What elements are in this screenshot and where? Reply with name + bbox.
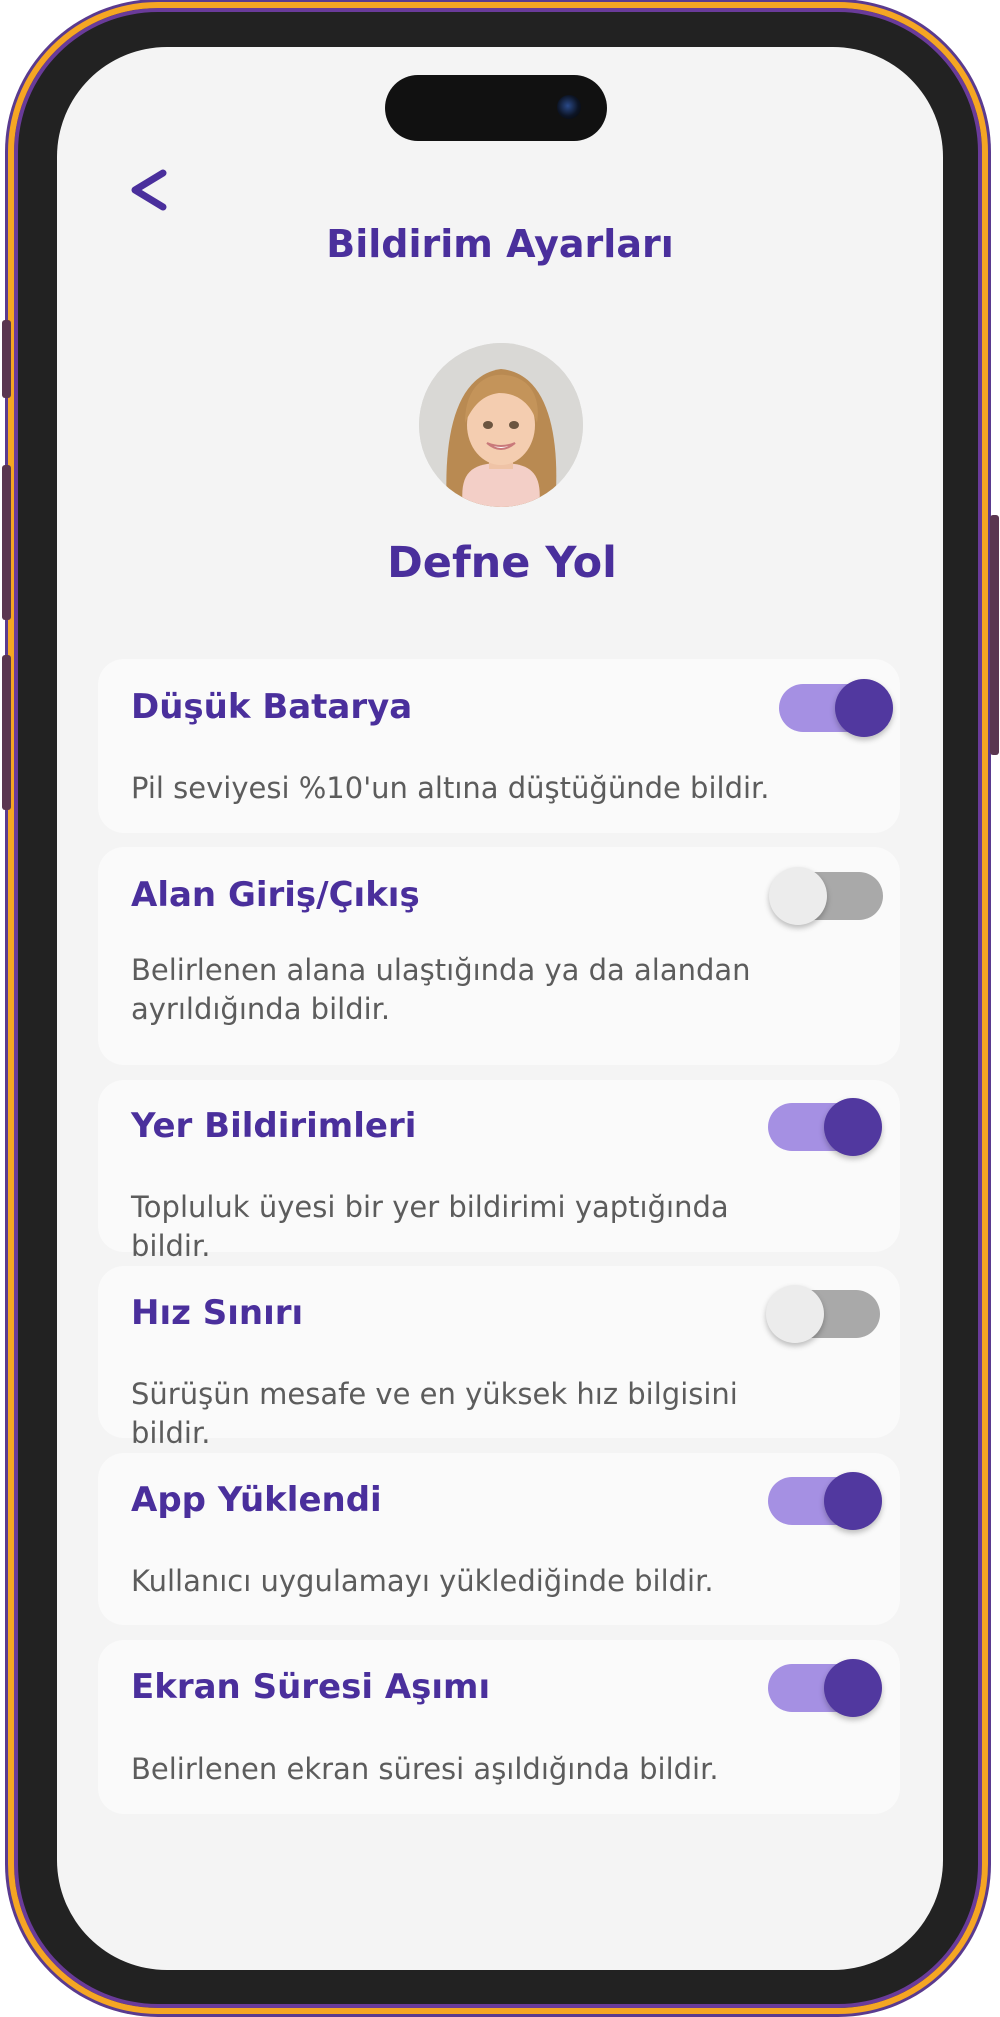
setting-description: Kullanıcı uygulamayı yüklediğinde bildir…	[131, 1564, 714, 1598]
setting-title: Düşük Batarya	[131, 687, 413, 727]
setting-title: App Yüklendi	[131, 1480, 382, 1520]
setting-title: Alan Giriş/Çıkış	[131, 875, 420, 915]
user-name: Defne Yol	[387, 538, 617, 588]
toggle-knob	[769, 867, 827, 925]
setting-card-place-notifications: Yer Bildirimleri Topluluk üyesi bir yer …	[98, 1080, 900, 1263]
toggle-knob	[766, 1285, 824, 1343]
toggle-knob	[824, 1659, 882, 1717]
setting-card-app-installed: App Yüklendi Kullanıcı uygulamayı yükled…	[98, 1453, 900, 1625]
setting-card-screen-time-exceeded: Ekran Süresi Aşımı Belirlenen ekran süre…	[98, 1640, 900, 1814]
setting-description: Belirlenen alana ulaştığında ya da aland…	[131, 953, 751, 1026]
chevron-left-icon	[131, 169, 167, 211]
toggle-knob	[835, 679, 893, 737]
speed-limit-toggle[interactable]	[766, 1285, 880, 1343]
screen-time-exceeded-toggle[interactable]	[768, 1659, 882, 1717]
setting-title: Ekran Süresi Aşımı	[131, 1667, 491, 1707]
setting-description: Belirlenen ekran süresi aşıldığında bild…	[131, 1752, 719, 1786]
setting-description: Sürüşün mesafe ve en yüksek hız bilgisin…	[131, 1377, 738, 1450]
side-button-left-3	[2, 655, 11, 810]
setting-card-low-battery: Düşük Batarya Pil seviyesi %10'un altına…	[98, 659, 900, 833]
app-installed-toggle[interactable]	[768, 1472, 882, 1530]
toggle-knob	[824, 1472, 882, 1530]
back-button[interactable]	[125, 165, 175, 215]
setting-card-speed-limit: Hız Sınırı Sürüşün mesafe ve en yüksek h…	[98, 1266, 900, 1450]
avatar[interactable]	[419, 343, 583, 507]
camera-icon	[557, 95, 581, 119]
setting-title: Hız Sınırı	[131, 1293, 304, 1333]
toggle-knob	[824, 1098, 882, 1156]
side-button-left-1	[2, 320, 11, 398]
setting-description: Topluluk üyesi bir yer bildirimi yaptığı…	[131, 1190, 729, 1263]
page-title: Bildirim Ayarları	[326, 222, 674, 266]
setting-title: Yer Bildirimleri	[131, 1106, 417, 1146]
area-entry-exit-toggle[interactable]	[769, 867, 883, 925]
setting-card-area-entry-exit: Alan Giriş/Çıkış Belirlenen alana ulaştı…	[98, 847, 900, 1065]
setting-description: Pil seviyesi %10'un altına düştüğünde bi…	[131, 771, 770, 805]
dynamic-island	[385, 75, 607, 141]
place-notifications-toggle[interactable]	[768, 1098, 882, 1156]
avatar-image	[419, 343, 583, 507]
low-battery-toggle[interactable]	[779, 679, 893, 737]
